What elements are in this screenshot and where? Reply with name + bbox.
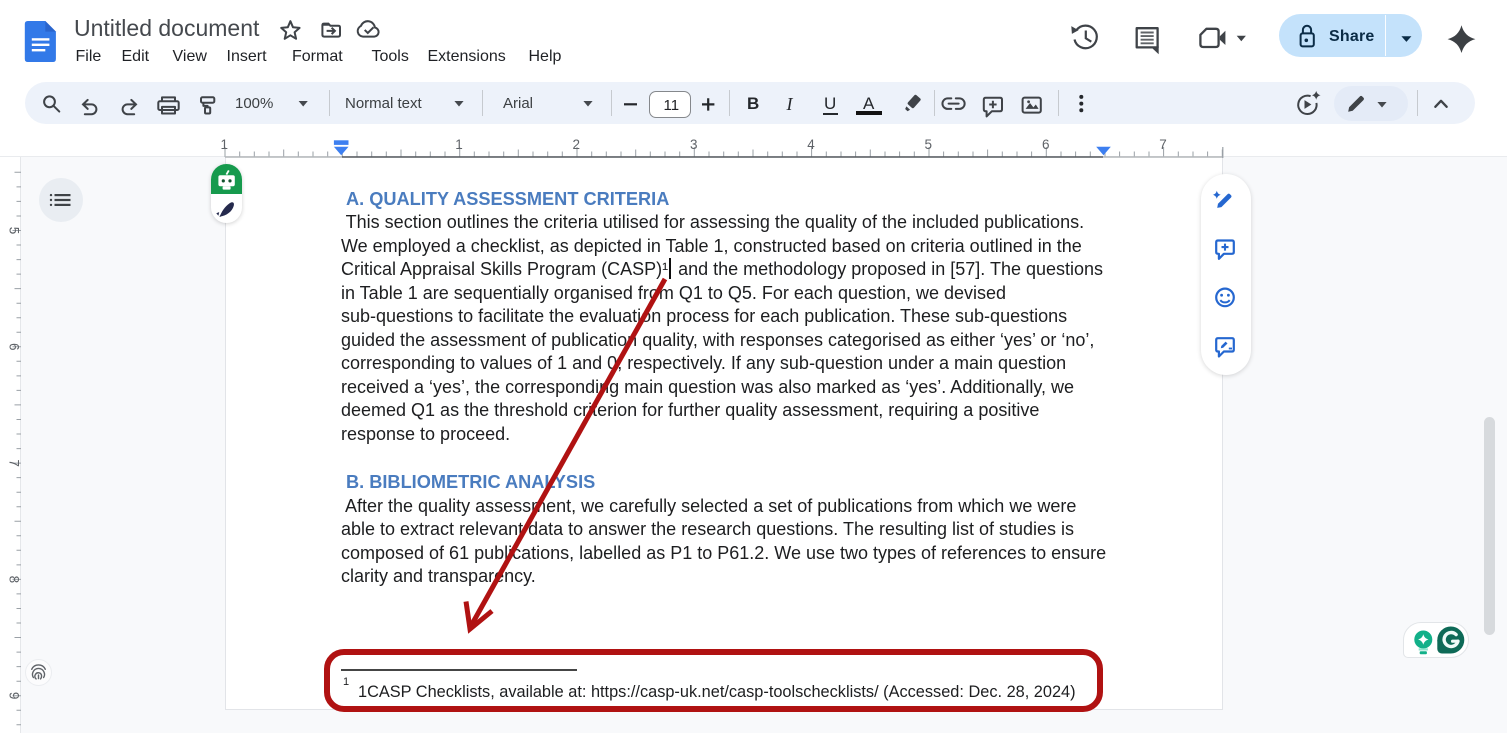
svg-text:2: 2 [573,137,581,152]
svg-text:1: 1 [455,137,463,152]
svg-text:6: 6 [1042,137,1050,152]
svg-text:7: 7 [7,459,22,467]
svg-text:3: 3 [690,137,698,152]
svg-text:5: 5 [925,137,933,152]
svg-text:4: 4 [807,137,815,152]
svg-text:8: 8 [7,576,22,584]
svg-text:6: 6 [7,343,22,351]
svg-text:1: 1 [221,137,229,152]
svg-text:5: 5 [7,227,22,235]
svg-text:9: 9 [7,692,22,700]
svg-text:7: 7 [1159,137,1167,152]
